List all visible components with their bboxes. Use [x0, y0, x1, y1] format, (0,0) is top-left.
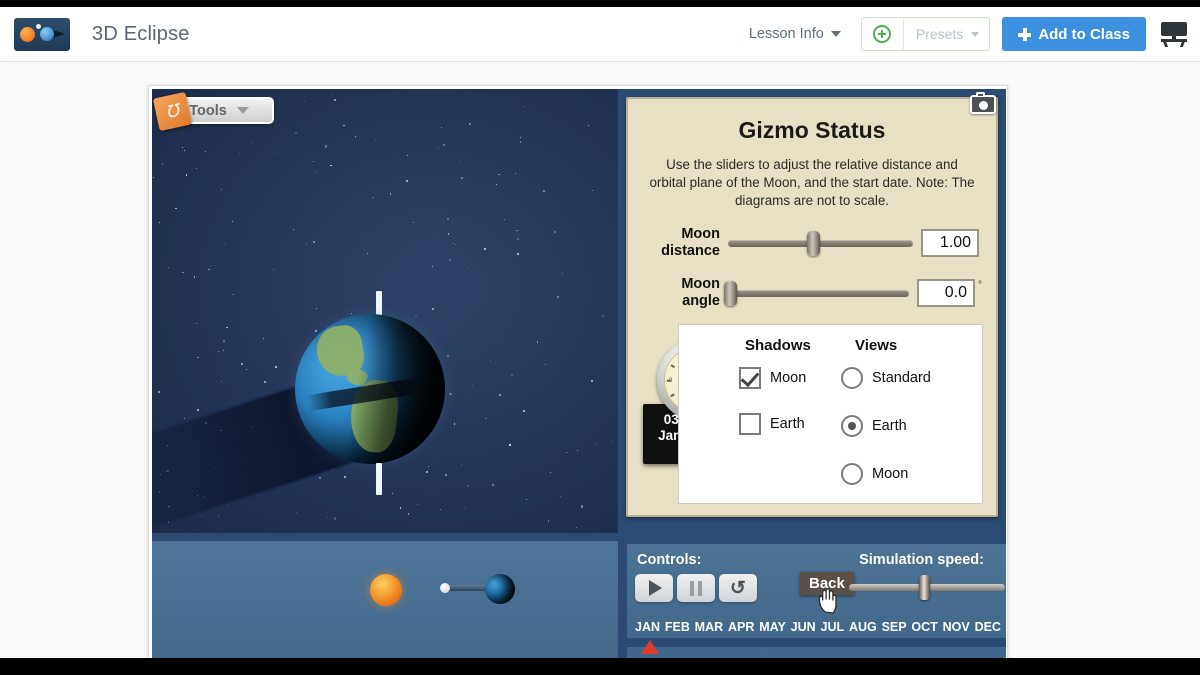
playback-buttons: ↻: [635, 574, 757, 602]
presets-group: Presets: [860, 17, 991, 51]
moon-orbit-line: [445, 585, 489, 591]
month-jun[interactable]: JUN: [791, 620, 816, 634]
presets-dropdown[interactable]: Presets: [904, 18, 989, 50]
lesson-info-label: Lesson Info: [748, 26, 824, 42]
moon-angle-label: Moon angle: [681, 276, 720, 309]
month-mar[interactable]: MAR: [695, 620, 723, 634]
presets-label: Presets: [915, 26, 964, 42]
screen-root: 3D Eclipse Lesson Info Presets Add to Cl…: [0, 0, 1200, 675]
moon-distance-slider-row: Moon distance 1.00: [628, 226, 996, 260]
pause-button[interactable]: [677, 574, 715, 602]
status-title: Gizmo Status: [738, 117, 886, 143]
gizmo-status-panel: Gizmo Status Use the sliders to adjust t…: [626, 97, 998, 517]
month-strip[interactable]: JAN FEB MAR APR MAY JUN JUL AUG SEP OCT NOV DEC: [627, 620, 1006, 634]
controls-panel: Controls: Simulation speed: ↻ Back JAN FE…: [624, 541, 1006, 663]
shadow-earth-label: Earth: [770, 416, 805, 432]
timeline-bar[interactable]: [627, 638, 1006, 647]
view-earth-radio[interactable]: Earth: [841, 415, 907, 437]
add-preset-button[interactable]: [862, 18, 904, 50]
view-earth-label: Earth: [872, 418, 907, 434]
month-feb[interactable]: FEB: [665, 620, 690, 634]
simulation-speed-thumb[interactable]: [918, 575, 930, 600]
earth-3d-view[interactable]: Tools ℧: [152, 89, 618, 533]
month-apr[interactable]: APR: [728, 620, 754, 634]
shadow-earth-checkbox[interactable]: Earth: [739, 413, 805, 435]
sticky-note-tools-icon: ℧: [152, 91, 193, 132]
month-jul[interactable]: JUL: [821, 620, 845, 634]
radio-icon: [841, 367, 863, 389]
pointing-hand-cursor-icon: [818, 588, 837, 614]
month-sep[interactable]: SEP: [882, 620, 907, 634]
view-moon-radio[interactable]: Moon: [841, 463, 908, 485]
month-aug[interactable]: AUG: [849, 620, 877, 634]
moon-angle-slider[interactable]: [723, 280, 909, 306]
controls-label: Controls:: [637, 552, 702, 568]
checkbox-icon: [739, 367, 761, 389]
add-to-class-label: Add to Class: [1038, 25, 1130, 43]
plus-circle-icon: [873, 25, 892, 43]
caret-down-icon: [236, 107, 249, 114]
lesson-info-dropdown[interactable]: Lesson Info: [749, 26, 841, 42]
radio-icon: [841, 463, 863, 485]
radio-icon-selected: [841, 415, 863, 437]
moon-distance-label: Moon distance: [661, 226, 720, 259]
page-title: 3D Eclipse: [92, 22, 190, 45]
moon-distance-slider-thumb[interactable]: [807, 231, 821, 256]
projector-icon[interactable]: [1160, 22, 1188, 47]
gizmo-frame: Tools ℧ Gizmo Status Use the sliders to …: [148, 85, 1008, 665]
tools-label: Tools: [189, 102, 227, 119]
month-jan[interactable]: JAN: [635, 620, 660, 634]
moon-angle-slider-thumb[interactable]: [723, 281, 737, 306]
shadows-heading: Shadows: [745, 337, 811, 354]
moon-angle-value[interactable]: 0.0: [917, 279, 975, 307]
header-actions: Lesson Info Presets Add to Class: [749, 17, 1200, 51]
eclipse-logo-icon: [14, 17, 70, 51]
camera-snapshot-icon[interactable]: [970, 92, 996, 114]
views-heading: Views: [855, 337, 898, 354]
view-standard-radio[interactable]: Standard: [841, 367, 931, 389]
view-standard-label: Standard: [872, 370, 931, 386]
simulation-speed-label: Simulation speed:: [859, 552, 984, 568]
shadow-moon-checkbox[interactable]: Moon: [739, 367, 806, 389]
play-button[interactable]: [635, 574, 673, 602]
plus-icon: [1018, 27, 1032, 41]
earth-globe: [295, 314, 445, 464]
moon-angle-unit: °: [978, 280, 982, 291]
moon-distance-value[interactable]: 1.00: [921, 229, 979, 257]
earth-body: [485, 574, 515, 604]
moon-body: [440, 583, 450, 593]
month-nov[interactable]: NOV: [943, 620, 970, 634]
month-dec[interactable]: DEC: [975, 620, 1001, 634]
sun-earth-moon-diagram[interactable]: [152, 541, 618, 663]
earth-axis-bottom: [376, 463, 382, 495]
shadow-moon-label: Moon: [770, 370, 807, 386]
month-may[interactable]: MAY: [759, 620, 786, 634]
current-month-marker[interactable]: [641, 640, 659, 654]
options-box: Shadows Views Moon Earth Standard Earth …: [678, 324, 983, 504]
pause-icon: [690, 580, 702, 596]
letterbox-top: [0, 0, 1200, 7]
page-body: 3D Eclipse Lesson Info Presets Add to Cl…: [0, 7, 1200, 665]
app-header: 3D Eclipse Lesson Info Presets Add to Cl…: [0, 7, 1200, 62]
sun-body: [370, 574, 402, 606]
month-oct[interactable]: OCT: [911, 620, 937, 634]
reset-button[interactable]: ↻: [719, 574, 757, 602]
letterbox-bottom: [0, 658, 1200, 675]
moon-distance-slider[interactable]: [728, 230, 913, 256]
chevron-down-icon: [830, 31, 841, 37]
reset-icon: ↻: [730, 577, 746, 599]
add-to-class-button[interactable]: Add to Class: [1002, 17, 1146, 51]
gizmo-canvas: Tools ℧ Gizmo Status Use the sliders to …: [152, 89, 1006, 663]
view-moon-label: Moon: [872, 466, 909, 482]
caret-down-icon: [971, 32, 980, 37]
checkbox-icon: [739, 413, 761, 435]
status-description: Use the sliders to adjust the relative d…: [649, 157, 975, 208]
play-icon: [649, 580, 662, 596]
moon-angle-slider-row: Moon angle 0.0 °: [628, 276, 996, 310]
